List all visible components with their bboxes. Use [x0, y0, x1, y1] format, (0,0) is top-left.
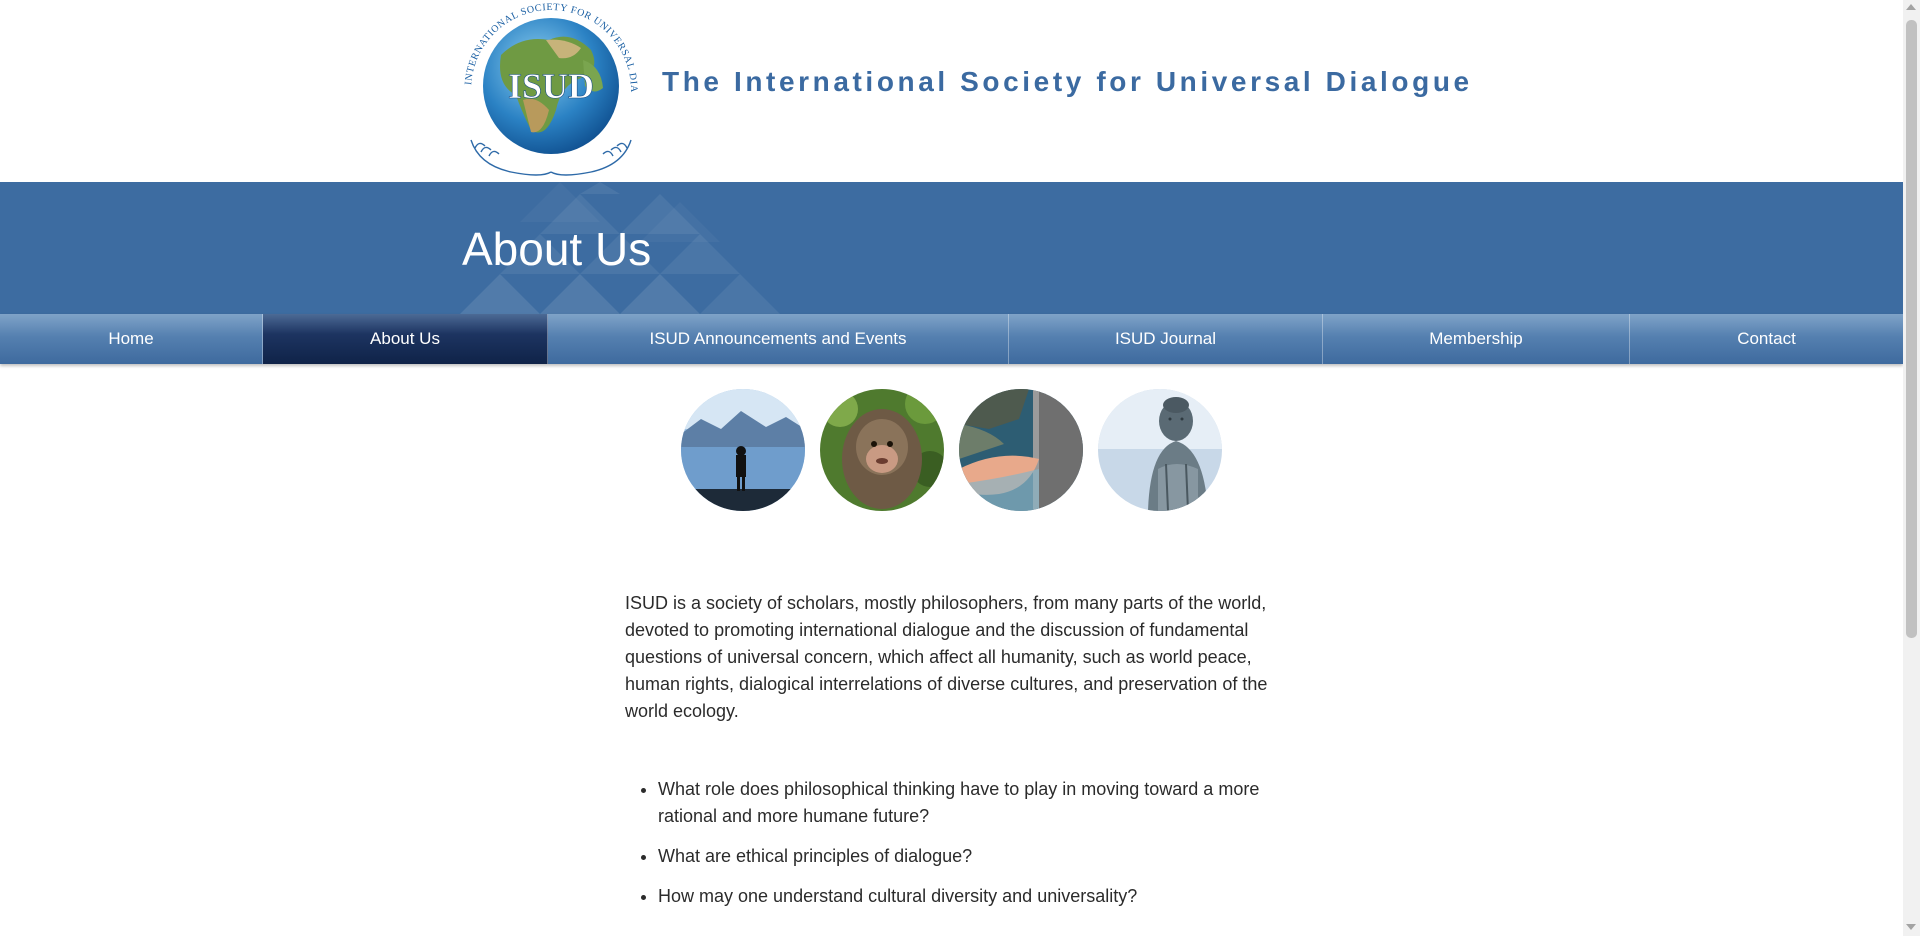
nav-item-announcements-events[interactable]: ISUD Announcements and Events — [548, 314, 1009, 364]
scroll-up-arrow-icon[interactable] — [1906, 4, 1916, 10]
nav-item-contact[interactable]: Contact — [1630, 314, 1903, 364]
gallery-image-hand-in-water[interactable] — [959, 389, 1083, 511]
site-header: ISUD INTERNATIONAL SOCIETY FOR UNIVERSAL… — [0, 0, 1903, 182]
isud-logo[interactable]: ISUD INTERNATIONAL SOCIETY FOR UNIVERSAL… — [457, 0, 641, 182]
gallery-image-monkey[interactable] — [820, 389, 944, 511]
nav-item-home[interactable]: Home — [0, 314, 263, 364]
scrollbar-thumb[interactable] — [1906, 20, 1917, 638]
nav-item-about-us[interactable]: About Us — [263, 314, 548, 364]
list-item: What are ethical principles of dialogue? — [658, 843, 1308, 870]
page-banner: About Us — [0, 182, 1903, 314]
person-at-lake-image — [681, 389, 805, 511]
buddha-statue-image — [1098, 389, 1222, 511]
hand-in-water-image — [959, 389, 1083, 511]
monkey-image — [820, 389, 944, 511]
gallery-image-person-at-lake[interactable] — [681, 389, 805, 511]
gallery-image-buddha-statue[interactable] — [1098, 389, 1222, 511]
page-title: About Us — [462, 223, 652, 275]
scroll-down-arrow-icon[interactable] — [1906, 924, 1916, 930]
nav-item-isud-journal[interactable]: ISUD Journal — [1009, 314, 1323, 364]
list-item: How may one understand cultural diversit… — [658, 883, 1308, 910]
list-item: What role does philosophical thinking ha… — [658, 776, 1308, 830]
intro-paragraph: ISUD is a society of scholars, mostly ph… — [625, 593, 1268, 721]
site-title[interactable]: The International Society for Universal … — [662, 66, 1473, 98]
logo-text: ISUD — [508, 66, 594, 106]
questions-list: What role does philosophical thinking ha… — [625, 776, 1308, 923]
page: ISUD INTERNATIONAL SOCIETY FOR UNIVERSAL… — [0, 0, 1920, 936]
nav-item-membership[interactable]: Membership — [1323, 314, 1630, 364]
main-nav: Home About Us ISUD Announcements and Eve… — [0, 314, 1903, 364]
globe-logo-icon: ISUD INTERNATIONAL SOCIETY FOR UNIVERSAL… — [457, 0, 638, 176]
